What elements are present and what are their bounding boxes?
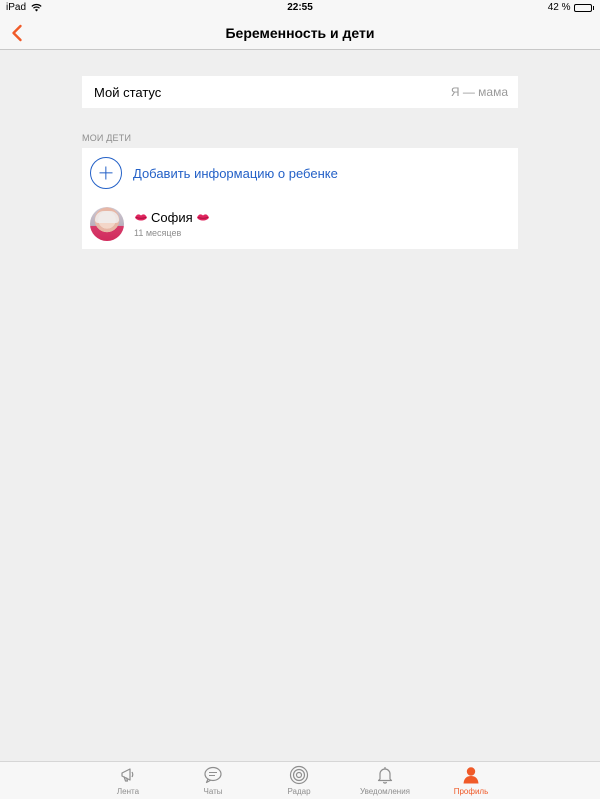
add-child-label: Добавить информацию о ребенке: [133, 165, 338, 181]
clock: 22:55: [287, 2, 313, 13]
child-name: София: [151, 210, 193, 225]
my-status-label: Мой статус: [94, 84, 162, 100]
megaphone-icon: [121, 768, 134, 782]
bell-icon: [377, 767, 393, 784]
my-status-value: Я — мама: [450, 85, 508, 99]
navigation-bar: Беременность и дети: [0, 16, 600, 50]
battery-percent: 42 %: [547, 2, 571, 13]
child-age: 11 месяцев: [134, 228, 182, 238]
tab-notifications[interactable]: Уведомления: [345, 765, 425, 799]
avatar: [90, 207, 124, 241]
add-child-button[interactable]: Добавить информацию о ребенке: [82, 148, 518, 198]
lips-icon: [196, 214, 209, 221]
chat-bubble-icon: [204, 766, 222, 784]
my-status-row[interactable]: Мой статус Я — мама: [82, 76, 518, 108]
my-children-header: МОИ ДЕТИ: [82, 133, 132, 143]
page-title: Беременность и дети: [225, 25, 375, 41]
tab-feed[interactable]: Лента: [88, 765, 168, 799]
tab-chats-label: Чаты: [203, 787, 223, 796]
person-icon: [463, 767, 479, 784]
tab-profile[interactable]: Профиль: [431, 765, 511, 799]
tab-feed-label: Лента: [116, 787, 140, 796]
tab-radar-label: Радар: [287, 787, 311, 796]
tab-bar: Лента Чаты Радар Уведомления Профиль: [0, 761, 600, 799]
tab-chats[interactable]: Чаты: [173, 765, 253, 799]
tab-radar[interactable]: Радар: [259, 765, 339, 799]
child-item[interactable]: София 11 месяцев: [82, 203, 518, 245]
children-list: Добавить информацию о ребенке София 11 м…: [82, 148, 518, 249]
status-bar: iPad 22:55 42 %: [0, 0, 600, 16]
battery-icon: [573, 3, 594, 12]
page: iPad 22:55 42 % Беременность и дети Мой …: [0, 0, 600, 799]
plus-circle-icon: [90, 157, 122, 189]
tab-notifications-label: Уведомления: [359, 787, 411, 796]
tab-profile-label: Профиль: [453, 787, 489, 796]
radar-icon: [289, 765, 309, 785]
lips-icon: [135, 214, 147, 221]
